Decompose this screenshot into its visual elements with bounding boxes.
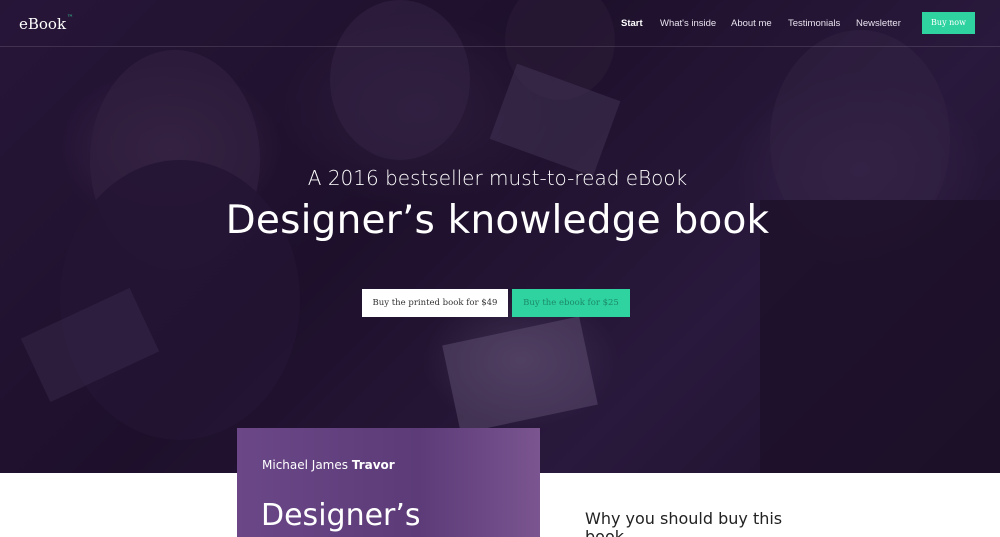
hero-subtitle: A 2016 bestseller must-to-read eBook (307, 166, 688, 190)
nav-item-testimonials[interactable]: Testimonials (788, 18, 840, 29)
buy-printed-book-button[interactable]: Buy the printed book for $49 (362, 289, 508, 317)
author-first-name: Michael James (262, 458, 348, 472)
nav-item-whats-inside[interactable]: What's inside (660, 18, 716, 29)
book-cover-card: Michael James Travor Designer’s (237, 428, 540, 537)
buy-now-button[interactable]: Buy now (922, 12, 975, 34)
site-logo[interactable]: eBook™ (19, 14, 74, 33)
author-last-name: Travor (351, 458, 395, 472)
buy-ebook-button[interactable]: Buy the ebook for $25 (512, 289, 630, 317)
nav-item-start[interactable]: Start (621, 18, 643, 29)
trademark-badge: ™ (67, 14, 74, 21)
hero-headline: Designer’s knowledge book (225, 198, 770, 243)
book-title: Designer’s (261, 498, 421, 533)
book-author: Michael James Travor (262, 458, 395, 472)
top-navbar: eBook™ Start What's inside About me Test… (0, 0, 1000, 47)
why-buy-heading: Why you should buy this book (585, 509, 783, 537)
nav-item-about-me[interactable]: About me (731, 18, 772, 29)
hero-section: eBook™ Start What's inside About me Test… (0, 0, 1000, 473)
nav-item-newsletter[interactable]: Newsletter (856, 18, 901, 29)
